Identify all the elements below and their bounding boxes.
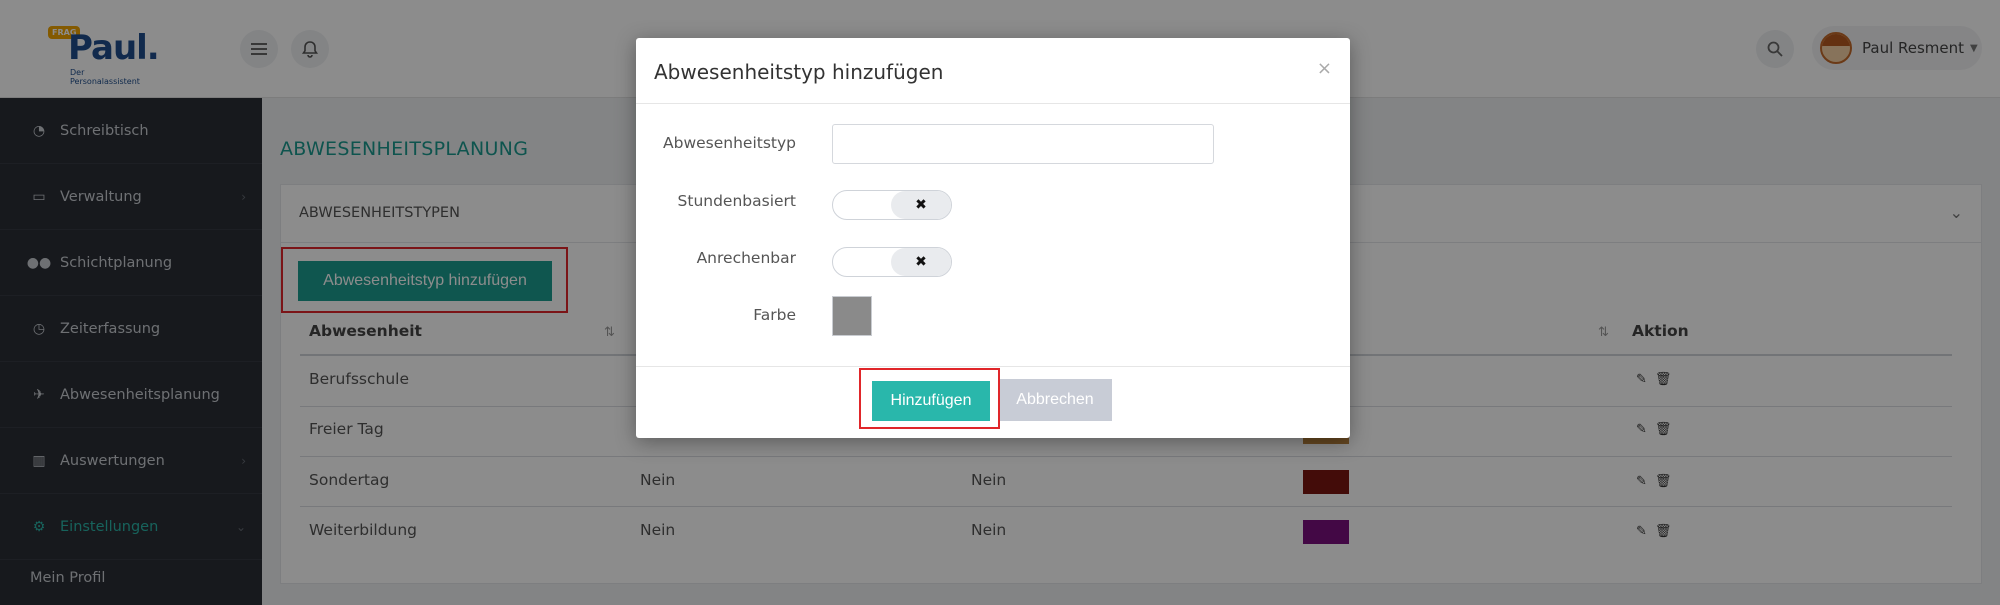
hours-based-label: Stundenbasiert xyxy=(677,192,796,210)
creditable-toggle[interactable]: ✖ xyxy=(832,247,952,277)
dialog-header: Abwesenheitstyp hinzufügen × xyxy=(636,38,1350,104)
toggle-off-icon: ✖ xyxy=(891,191,951,219)
hours-based-toggle[interactable]: ✖ xyxy=(832,190,952,220)
highlight-frame xyxy=(859,368,1000,429)
color-label: Farbe xyxy=(753,306,796,324)
dialog-footer-divider xyxy=(636,366,1350,367)
absence-type-input[interactable] xyxy=(832,124,1214,164)
creditable-label: Anrechenbar xyxy=(696,249,796,267)
color-picker[interactable] xyxy=(832,296,872,336)
absence-type-label: Abwesenheitstyp xyxy=(663,134,796,152)
toggle-off-icon: ✖ xyxy=(891,248,951,276)
cancel-button[interactable]: Abbrechen xyxy=(998,379,1112,421)
close-icon[interactable]: × xyxy=(1317,58,1332,79)
dialog-title: Abwesenheitstyp hinzufügen xyxy=(654,60,944,84)
